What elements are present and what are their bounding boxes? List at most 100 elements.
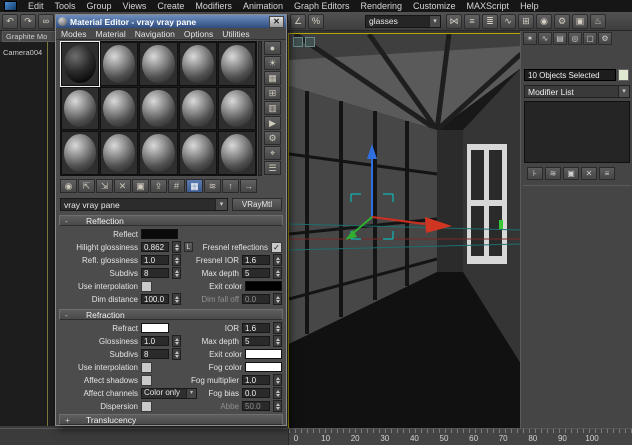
menu-item-create[interactable]: Create [157, 1, 184, 11]
rollout-reflection[interactable]: - Reflection [59, 215, 283, 226]
layer-manager-icon[interactable]: ≣ [482, 13, 498, 29]
configure-modifier-sets-icon[interactable]: ≡ [599, 167, 615, 180]
me-menu-modes[interactable]: Modes [61, 29, 87, 39]
percent-snap-toggle-icon[interactable]: % [308, 13, 324, 29]
material-swatch-7[interactable] [139, 86, 178, 131]
abbe-field[interactable]: 50.0 [242, 401, 270, 411]
menu-item-customize[interactable]: Customize [413, 1, 456, 11]
timeline-frame-10[interactable]: 10 [321, 434, 330, 443]
assign-material-to-selection-icon[interactable]: ⇲ [96, 179, 113, 193]
reflect-color-swatch[interactable] [141, 229, 178, 239]
options-icon[interactable]: ⚙ [264, 131, 281, 145]
menu-item-views[interactable]: Views [123, 1, 147, 11]
pin-stack-icon[interactable]: ⊦ [527, 167, 543, 180]
rollout-refraction[interactable]: - Refraction [59, 309, 283, 320]
timeline-frame-40[interactable]: 40 [410, 434, 419, 443]
timeline-frame-60[interactable]: 60 [469, 434, 478, 443]
material-swatch-6[interactable] [100, 86, 139, 131]
make-unique-icon[interactable]: ▣ [563, 167, 579, 180]
material-swatch-12[interactable] [139, 131, 178, 175]
me-menu-material[interactable]: Material [96, 29, 126, 39]
modify-tab-icon[interactable]: ∿ [538, 32, 552, 45]
refr-exit-color-swatch[interactable] [245, 349, 282, 359]
menu-item-graph-editors[interactable]: Graph Editors [294, 1, 350, 11]
render-production-icon[interactable]: ♨ [590, 13, 606, 29]
modifier-list-dropdown[interactable]: Modifier List ▾ [524, 85, 630, 98]
material-swatch-8[interactable] [178, 86, 217, 131]
refr-max-depth-field[interactable]: 5 [242, 336, 270, 346]
show-end-result-stack-icon[interactable]: ≋ [545, 167, 561, 180]
align-icon[interactable]: ≡ [464, 13, 480, 29]
affect-shadows-checkbox[interactable] [141, 374, 152, 386]
backlight-icon[interactable]: ☀ [264, 56, 281, 70]
timeline-frame-90[interactable]: 90 [558, 434, 567, 443]
material-swatch-11[interactable] [100, 131, 139, 175]
material-swatch-1[interactable] [100, 42, 139, 86]
display-tab-icon[interactable]: ▢ [583, 32, 597, 45]
refl-max-depth-spinner[interactable] [273, 267, 282, 279]
refr-glossiness-field[interactable]: 1.0 [141, 336, 169, 346]
show-map-in-viewport-icon[interactable]: ▦ [186, 179, 203, 193]
utilities-tab-icon[interactable]: ⚙ [598, 32, 612, 45]
put-material-to-scene-icon[interactable]: ⇱ [78, 179, 95, 193]
menu-item-tools[interactable]: Tools [55, 1, 76, 11]
background-icon[interactable]: ▦ [264, 71, 281, 85]
fog-color-swatch[interactable] [245, 362, 282, 372]
ior-spinner[interactable] [273, 322, 282, 334]
dim-falloff-spinner[interactable] [273, 293, 282, 305]
affect-channels-arrow-icon[interactable]: ▾ [186, 388, 196, 398]
make-material-copy-icon[interactable]: ▣ [132, 179, 149, 193]
object-color-swatch[interactable] [618, 69, 629, 81]
me-menu-options[interactable]: Options [184, 29, 213, 39]
viewport-menu-icon[interactable] [293, 37, 303, 47]
refr-subdivs-field[interactable]: 8 [141, 349, 169, 359]
redo-icon[interactable]: ↷ [20, 13, 36, 29]
timeline-frame-0[interactable]: 0 [294, 434, 298, 443]
motion-tab-icon[interactable]: ◎ [568, 32, 582, 45]
refract-color-swatch[interactable] [141, 323, 169, 333]
fog-multiplier-field[interactable]: 1.0 [242, 375, 270, 385]
time-ruler[interactable]: 0 10 20 30 40 50 60 70 80 90 100 [288, 429, 632, 445]
material-swatch-0[interactable] [59, 41, 101, 87]
refr-max-depth-spinner[interactable] [273, 335, 282, 347]
menu-item-help[interactable]: Help [520, 1, 539, 11]
combo-dropdown-arrow-icon[interactable]: ▾ [429, 15, 440, 27]
refr-subdivs-spinner[interactable] [172, 348, 181, 360]
timeline-frame-30[interactable]: 30 [380, 434, 389, 443]
timeline-frame-20[interactable]: 20 [351, 434, 360, 443]
modifier-list-arrow-icon[interactable]: ▾ [618, 86, 629, 97]
camera-viewport-label[interactable]: Camera004 [3, 48, 42, 57]
refl-subdivs-spinner[interactable] [172, 267, 181, 279]
remove-modifier-icon[interactable]: ✕ [581, 167, 597, 180]
refl-subdivs-field[interactable]: 8 [141, 268, 169, 278]
menu-item-edit[interactable]: Edit [28, 1, 44, 11]
hilight-glossiness-spinner[interactable] [172, 241, 181, 253]
abbe-spinner[interactable] [273, 400, 282, 412]
dim-falloff-field[interactable]: 0.0 [242, 294, 270, 304]
go-to-parent-icon[interactable]: ↑ [222, 179, 239, 193]
fog-bias-field[interactable]: 0.0 [242, 388, 270, 398]
mirror-icon[interactable]: ⋈ [446, 13, 462, 29]
menu-item-animation[interactable]: Animation [243, 1, 283, 11]
material-id-channel-icon[interactable]: # [168, 179, 185, 193]
perspective-viewport[interactable] [288, 33, 522, 430]
dim-distance-field[interactable]: 100.0 [141, 294, 169, 304]
timeline-frame-70[interactable]: 70 [499, 434, 508, 443]
schematic-view-icon[interactable]: ⊞ [518, 13, 534, 29]
menu-item-maxscript[interactable]: MAXScript [467, 1, 510, 11]
refl-glossiness-spinner[interactable] [172, 254, 181, 266]
refr-use-interpolation-checkbox[interactable] [141, 361, 152, 373]
sample-slots-scrollbar[interactable] [258, 41, 262, 176]
material-swatch-4[interactable] [217, 42, 256, 86]
named-selection-set-combo[interactable]: glasses ▾ [365, 14, 441, 28]
material-swatch-3[interactable] [178, 42, 217, 86]
menu-item-modifiers[interactable]: Modifiers [195, 1, 232, 11]
select-by-material-icon[interactable]: ⌖ [264, 146, 281, 160]
app-logo-icon[interactable] [4, 1, 17, 11]
curve-editor-icon[interactable]: ∿ [500, 13, 516, 29]
sample-uv-tiling-icon[interactable]: ⊞ [264, 86, 281, 100]
affect-channels-dropdown[interactable]: Color only ▾ [141, 387, 197, 399]
fresnel-ior-spinner[interactable] [273, 254, 282, 266]
material-editor-icon[interactable]: ◉ [536, 13, 552, 29]
timeline-bar[interactable]: 0 10 20 30 40 50 60 70 80 90 100 [0, 428, 632, 445]
